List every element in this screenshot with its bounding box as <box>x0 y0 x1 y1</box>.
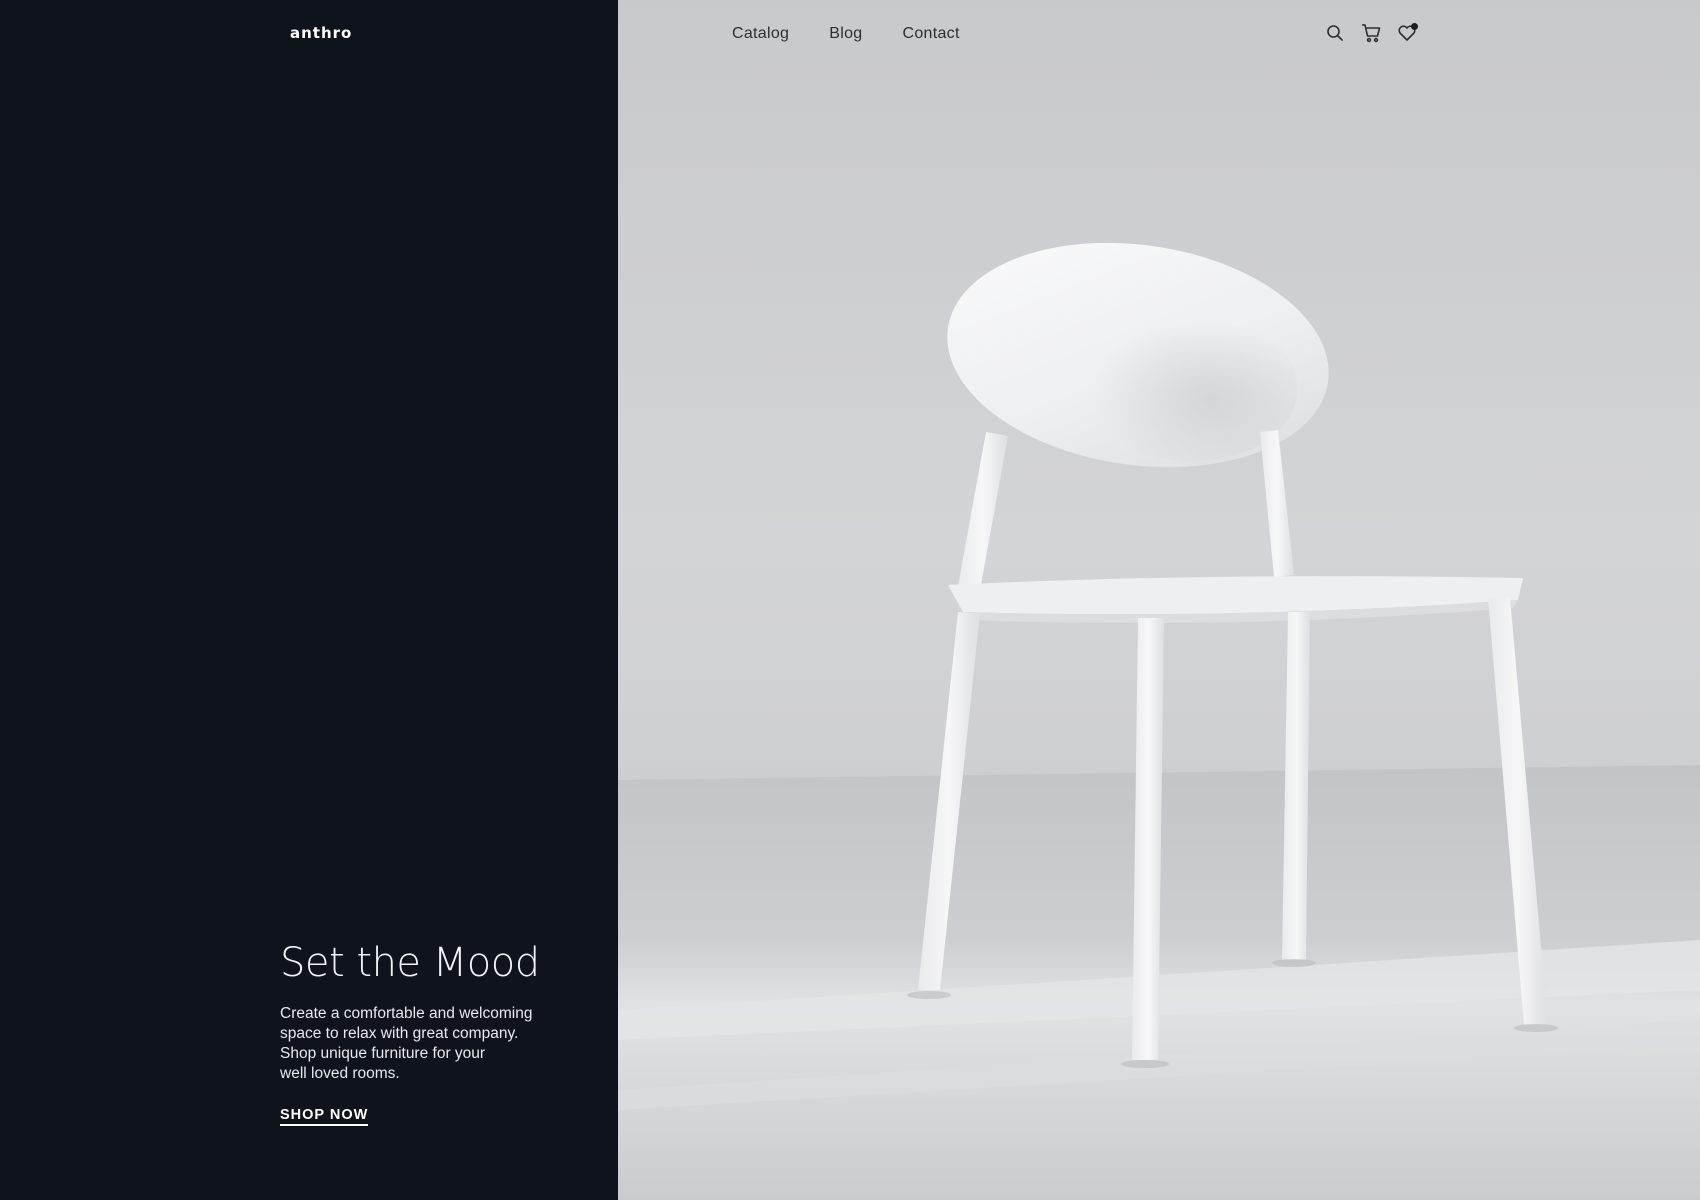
main-nav: Catalog Blog Contact <box>732 25 960 43</box>
brand-logo[interactable]: anthro <box>290 24 352 42</box>
nav-item-blog[interactable]: Blog <box>829 25 862 43</box>
chair-image <box>618 242 1700 1200</box>
hero-copy: Set the Mood Create a comfortable and we… <box>280 940 600 1126</box>
heart-icon[interactable] <box>1396 22 1418 44</box>
nav-item-catalog[interactable]: Catalog <box>732 25 789 43</box>
cart-icon[interactable] <box>1360 22 1382 44</box>
nav-item-contact[interactable]: Contact <box>902 25 959 43</box>
hero-text-line: Create a comfortable and welcoming <box>280 1005 533 1022</box>
search-icon[interactable] <box>1324 22 1346 44</box>
hero-text-line: Shop unique furniture for your <box>280 1045 486 1062</box>
hero-text-line: space to relax with great company. <box>280 1025 519 1042</box>
hero-title: Set the Mood <box>280 940 540 986</box>
hero-description: Create a comfortable and welcoming space… <box>280 1004 600 1084</box>
hero-image-panel <box>618 0 1700 1200</box>
header-icons <box>1324 22 1418 44</box>
shop-now-link[interactable]: SHOP NOW <box>280 1107 369 1126</box>
wishlist-badge-dot <box>1411 23 1418 30</box>
page: anthro Catalog Blog Contact Set the Mood… <box>0 0 1700 1200</box>
hero-text-line: well loved rooms. <box>280 1065 400 1082</box>
